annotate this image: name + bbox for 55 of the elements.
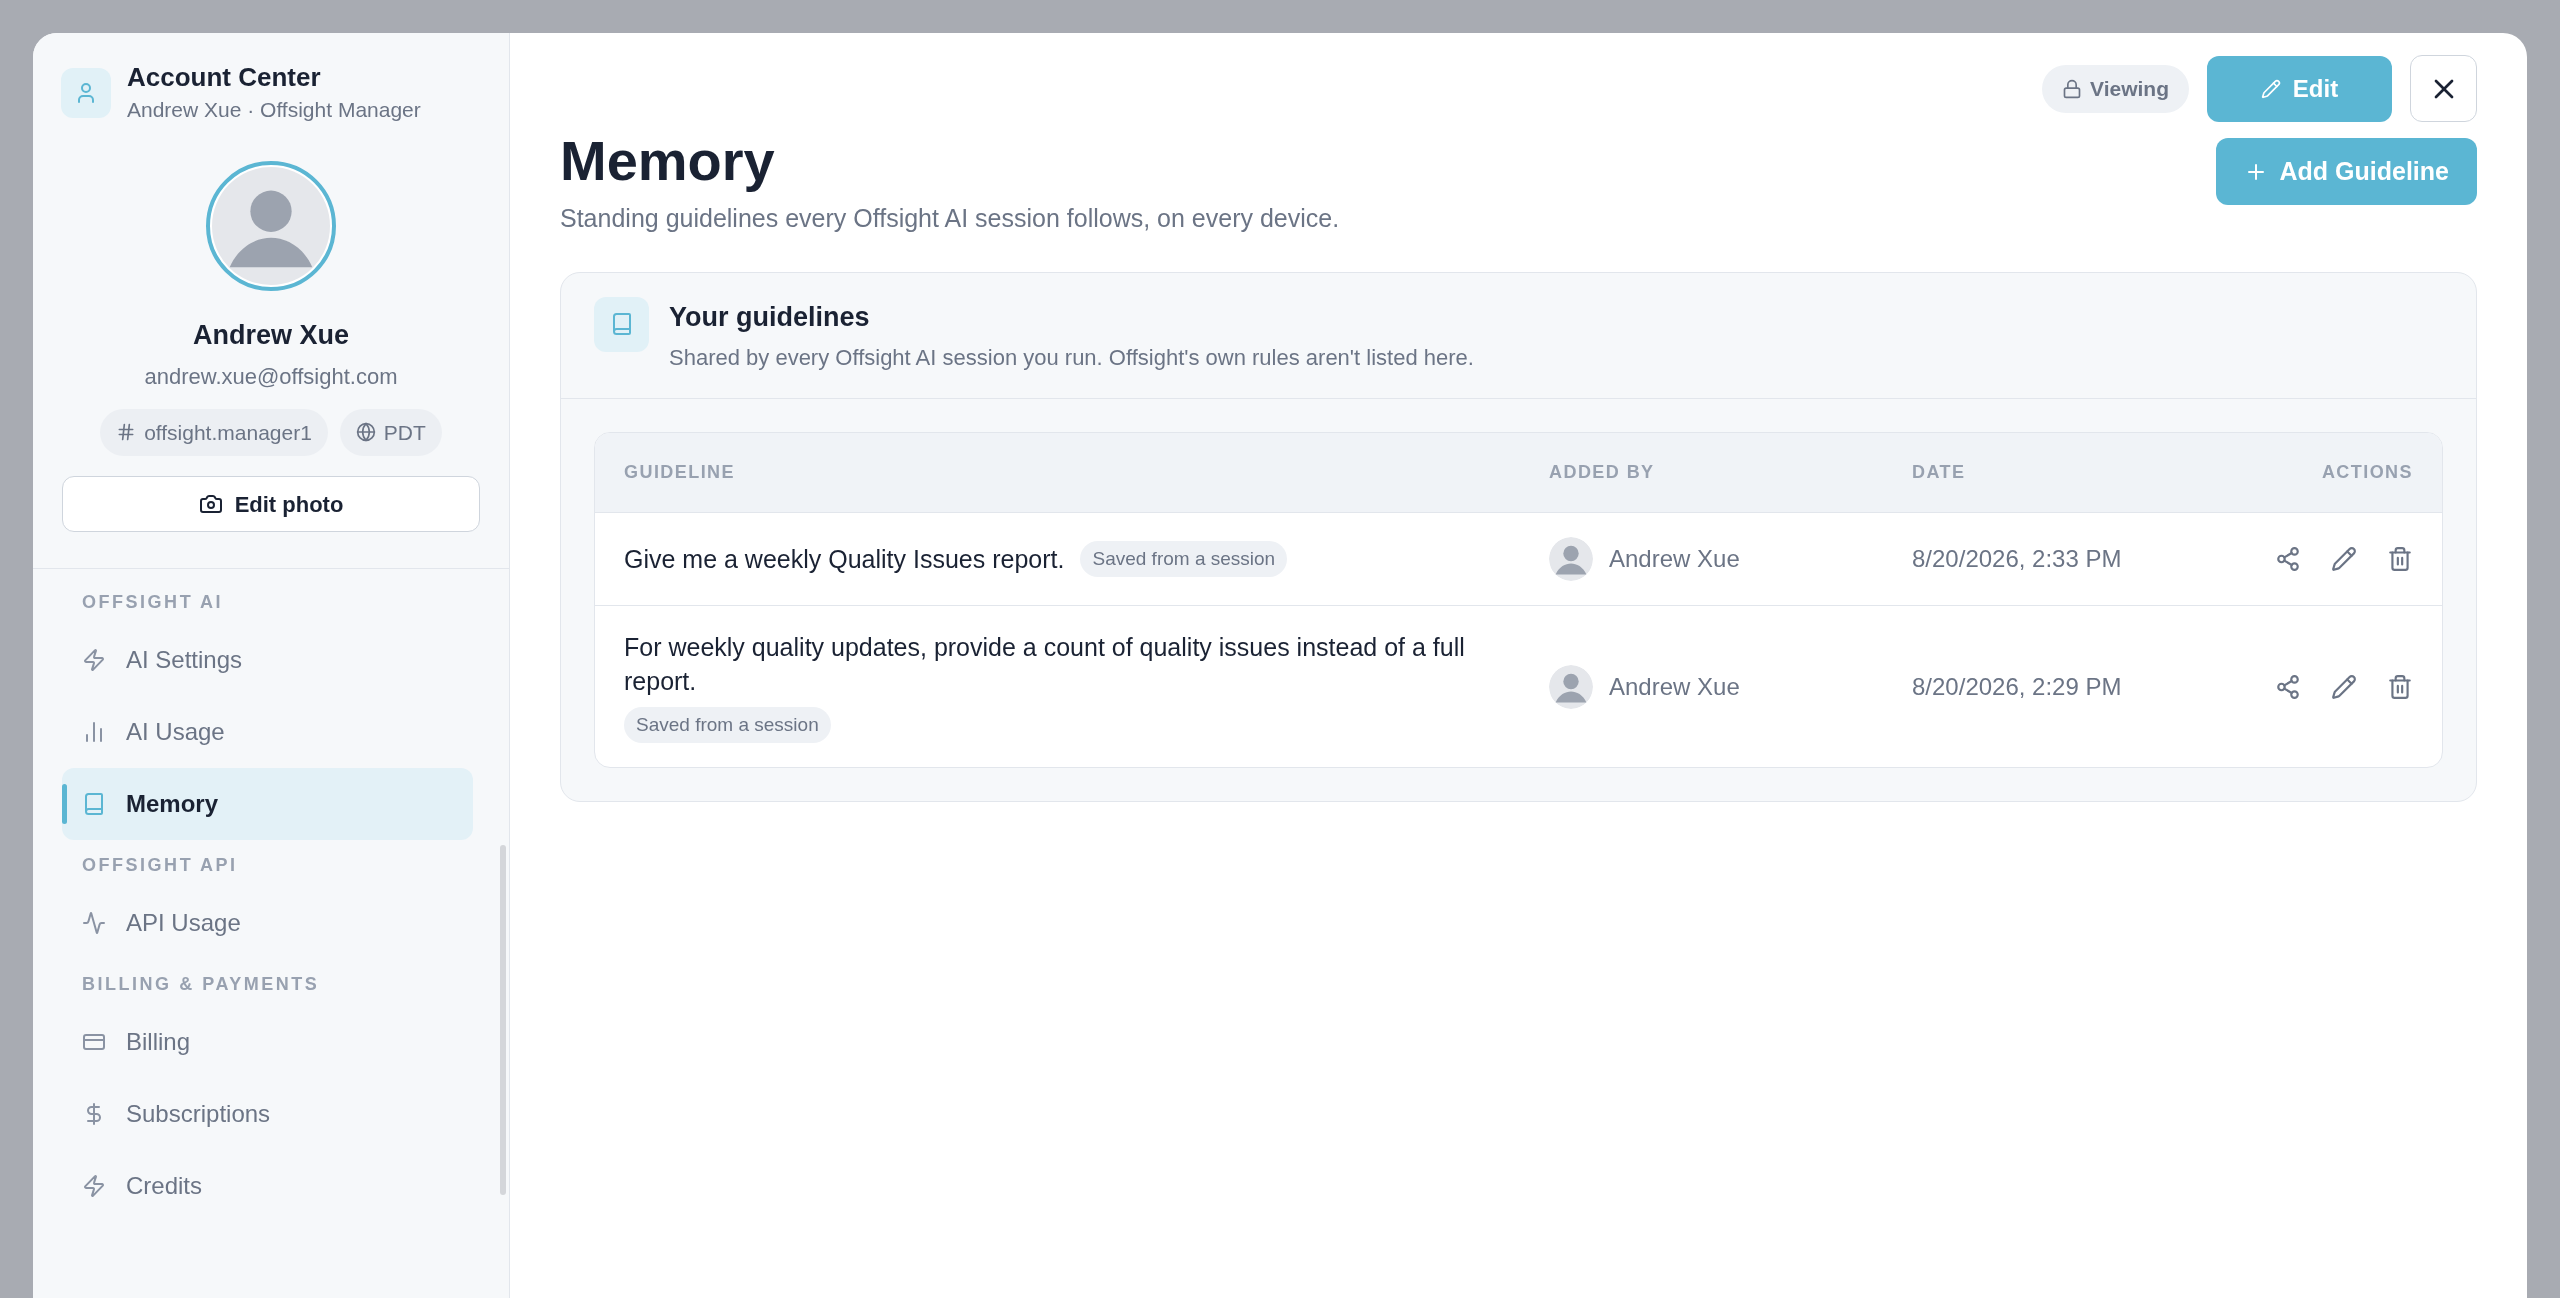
edit-icon[interactable] — [2331, 673, 2357, 700]
guideline-text: Give me a weekly Quality Issues report. — [624, 543, 1065, 575]
share-icon[interactable] — [2275, 673, 2301, 700]
lightning-icon — [82, 1174, 106, 1198]
sidebar-item[interactable]: Credits — [62, 1150, 473, 1222]
share-icon[interactable] — [2275, 546, 2301, 572]
column-header: ACTIONS — [2321, 461, 2413, 484]
section-heading: BILLING & PAYMENTS — [81, 973, 321, 996]
edit-icon[interactable] — [2331, 546, 2357, 572]
sidebar-item[interactable]: Memory — [62, 768, 473, 840]
section-heading: OFFSIGHT AI — [81, 591, 225, 614]
card-subtitle: Shared by every Offsight AI session you run. Offsight's own rules aren't listed here. — [669, 344, 1474, 372]
guideline-text: For weekly quality updates, provide a count of quality issues instead of a full report. — [624, 632, 1466, 698]
profile-email: andrew.xue@offsight.com — [144, 362, 398, 391]
timezone-text: PDT — [383, 419, 426, 446]
edit-photo-button[interactable]: Edit photo — [62, 476, 480, 532]
card-title: Your guidelines — [669, 300, 871, 334]
column-header: GUIDELINE — [624, 461, 736, 484]
viewing-text: Viewing — [2090, 75, 2169, 102]
added-by-name: Andrew Xue — [1609, 544, 1740, 574]
edit-button[interactable]: Edit — [2207, 55, 2392, 122]
pulse-icon — [82, 911, 106, 935]
delete-icon[interactable] — [2387, 546, 2413, 572]
page-title: Memory — [560, 128, 776, 194]
globe-icon — [355, 422, 376, 443]
camera-icon — [198, 492, 223, 516]
page-subtitle: Standing guidelines every Offsight AI session follows, on every device. — [560, 203, 1340, 234]
avatar-silhouette-icon — [1549, 537, 1593, 581]
sidebar-item[interactable]: AI Settings — [62, 624, 473, 696]
source-tag: Saved from a session — [624, 706, 831, 744]
lock-icon — [2062, 78, 2083, 99]
avatar-silhouette-icon — [212, 167, 330, 285]
book-icon — [82, 792, 106, 816]
app-title: Account Center — [127, 61, 322, 94]
sidebar-item[interactable]: AI Usage — [62, 696, 473, 768]
sidebar-item[interactable]: Billing — [62, 1006, 473, 1078]
app-subtitle: Andrew Xue · Offsight Manager — [127, 96, 421, 123]
active-indicator — [62, 784, 67, 824]
lightning-icon — [82, 648, 106, 672]
added-by-name: Andrew Xue — [1609, 671, 1740, 702]
handle-text: offsight.manager1 — [144, 419, 312, 446]
pencil-icon — [2260, 78, 2281, 99]
column-header: DATE — [1912, 461, 1967, 484]
close-button[interactable] — [2410, 55, 2477, 122]
column-header: ADDED BY — [1549, 461, 1656, 484]
date-cell-text: 8/20/2026, 2:33 PM — [1912, 544, 2123, 574]
source-tag: Saved from a session — [1080, 540, 1288, 578]
delete-icon[interactable] — [2387, 673, 2413, 700]
profile-name: Andrew Xue — [193, 319, 349, 352]
avatar-silhouette-icon — [1549, 664, 1593, 709]
date-cell-text: 8/20/2026, 2:29 PM — [1912, 671, 2123, 702]
section-heading: OFFSIGHT API — [81, 854, 239, 877]
sidebar-item[interactable]: Subscriptions — [62, 1078, 473, 1150]
add-guideline-button[interactable]: Add Guideline — [2215, 138, 2477, 205]
sidebar-item[interactable]: API Usage — [62, 887, 473, 959]
